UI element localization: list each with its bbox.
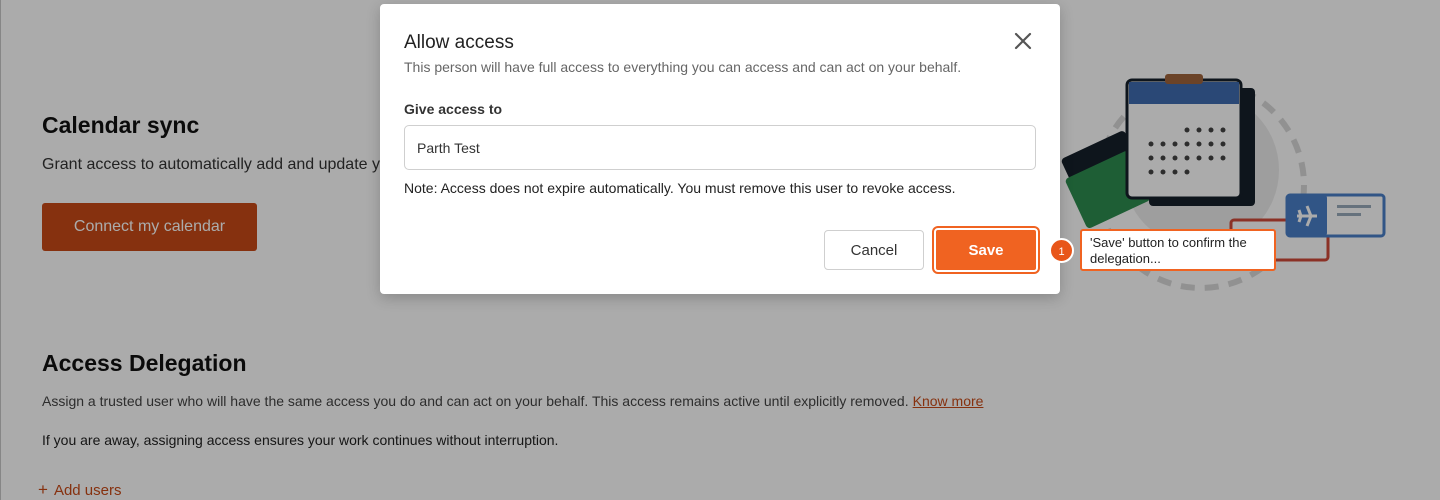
access-note: Note: Access does not expire automatical… <box>404 180 956 196</box>
save-button[interactable]: Save <box>934 228 1038 272</box>
dialog-title: Allow access <box>404 32 514 53</box>
cancel-button[interactable]: Cancel <box>824 230 924 270</box>
allow-access-dialog: Allow access This person will have full … <box>380 4 1060 294</box>
close-icon[interactable] <box>1012 30 1034 52</box>
give-access-input[interactable] <box>404 125 1036 170</box>
callout-step-badge: 1 <box>1049 238 1074 263</box>
dialog-subtitle: This person will have full access to eve… <box>404 59 962 75</box>
callout-tooltip: 'Save' button to confirm the delegation.… <box>1080 229 1276 271</box>
give-access-label: Give access to <box>404 101 503 117</box>
